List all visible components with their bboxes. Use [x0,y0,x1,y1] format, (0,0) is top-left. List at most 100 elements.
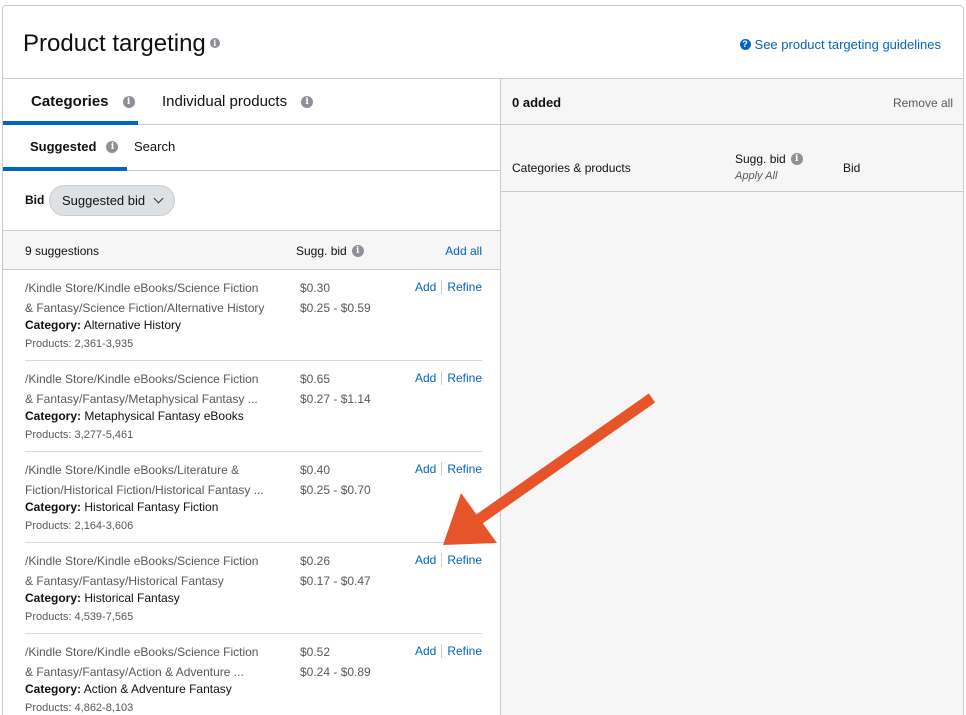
add-button[interactable]: Add [415,280,436,294]
list-item: /Kindle Store/Kindle eBooks/Science Fict… [25,543,482,634]
tab-categories[interactable]: Categories i [31,93,135,110]
remove-all-link[interactable]: Remove all [893,96,953,110]
product-targeting-panel: Product targeting i ? See product targeti… [2,5,964,715]
suggested-bid: $0.65 $0.27 - $1.14 [300,369,371,409]
bid-type-value[interactable]: Suggested bid [62,193,145,208]
page-title-text: Product targeting [23,30,206,57]
sugg-bid-column-header: Sugg. bid i [735,152,803,166]
product-count: Products: 2,164-3,606 [25,520,134,532]
category-path-line: /Kindle Store/Kindle eBooks/Science Fict… [25,645,259,659]
refine-button[interactable]: Refine [447,553,482,567]
suggested-bid-range: $0.27 - $1.14 [300,392,371,406]
add-button[interactable]: Add [415,462,436,476]
category-name: Category: Historical Fantasy Fiction [25,500,218,514]
info-icon[interactable]: i [106,140,119,153]
apply-all-link[interactable]: Apply All [735,170,777,182]
tab-search-label[interactable]: Search [134,139,175,154]
refine-button[interactable]: Refine [447,371,482,385]
product-count: Products: 3,277-5,461 [25,429,134,441]
category-value: Action & Adventure Fantasy [83,682,232,696]
product-count: Products: 2,361-3,935 [25,338,134,350]
tab-individual-products[interactable]: Individual products i [162,93,314,110]
add-button[interactable]: Add [415,553,436,567]
info-icon[interactable]: i [351,245,364,257]
category-path-line: & Fantasy/Fantasy/Historical Fantasy [25,574,224,588]
category-name: Category: Historical Fantasy [25,591,180,605]
category-key: Category: [25,318,82,332]
suggested-bid: $0.30 $0.25 - $0.59 [300,278,371,318]
product-count: Products: 4,862-8,103 [25,702,134,714]
suggested-bid-range: $0.24 - $0.89 [300,665,371,679]
category-key: Category: [25,500,82,514]
category-path: /Kindle Store/Kindle eBooks/Literature &… [25,460,285,500]
tab-suggested-label[interactable]: Suggested [30,139,96,154]
category-value: Historical Fantasy [84,591,180,605]
suggested-bid-value: $0.65 [300,372,331,386]
suggested-bid-range: $0.25 - $0.70 [300,483,371,497]
list-item: /Kindle Store/Kindle eBooks/Science Fict… [25,270,482,361]
row-actions: Add Refine [415,371,482,385]
category-key: Category: [25,409,82,423]
suggested-bid: $0.26 $0.17 - $0.47 [300,551,371,591]
suggested-bid-value: $0.52 [300,645,331,659]
bid-label: Bid [25,193,45,207]
category-value: Metaphysical Fantasy eBooks [84,409,244,423]
suggestions-count: 9 suggestions [25,244,100,258]
category-path-line: Fiction/Historical Fiction/Historical Fa… [25,483,264,497]
added-table-header: Categories & products Sugg. bid i Apply … [501,125,963,192]
info-icon[interactable]: i [301,95,314,108]
list-item: /Kindle Store/Kindle eBooks/Science Fict… [25,361,482,452]
categories-products-column-header: Categories & products [512,161,631,175]
row-actions: Add Refine [415,462,482,476]
category-name: Category: Action & Adventure Fantasy [25,682,232,696]
tab-search[interactable]: Search [134,139,175,154]
divider [441,280,443,294]
tab-individual-products-label[interactable]: Individual products [162,93,287,110]
category-path: /Kindle Store/Kindle eBooks/Science Fict… [25,278,285,318]
tab-categories-label[interactable]: Categories [31,93,109,110]
category-path: /Kindle Store/Kindle eBooks/Science Fict… [25,369,285,409]
suggestions-list-header: 9 suggestions Sugg. bid i Add all [3,230,500,270]
add-all-link[interactable]: Add all [445,244,482,258]
list-item: /Kindle Store/Kindle eBooks/Literature &… [25,452,482,543]
add-button[interactable]: Add [415,371,436,385]
category-path-line: /Kindle Store/Kindle eBooks/Science Fict… [25,372,259,386]
targeting-type-tabs: Categories i Individual products i [3,79,500,125]
guidelines-link-text[interactable]: See product targeting guidelines [755,37,941,52]
info-icon[interactable]: i [790,153,803,165]
row-actions: Add Refine [415,280,482,294]
category-path-line: & Fantasy/Science Fiction/Alternative Hi… [25,301,265,315]
suggested-bid-value: $0.30 [300,281,331,295]
refine-button[interactable]: Refine [447,462,482,476]
category-key: Category: [25,591,82,605]
bid-column-header: Bid [843,161,861,175]
info-icon[interactable]: i [209,37,220,48]
tab-suggested[interactable]: Suggested i [30,139,119,154]
page-title: Product targeting i [23,30,220,58]
info-icon[interactable]: i [122,95,135,108]
panel-header: Product targeting i ? See product targeti… [3,6,963,79]
added-count: 0 added [512,95,562,110]
add-button[interactable]: Add [415,644,436,658]
row-actions: Add Refine [415,644,482,658]
added-targets-pane: 0 added Remove all Categories & products… [501,79,963,715]
category-path-line: /Kindle Store/Kindle eBooks/Science Fict… [25,281,259,295]
bid-row: Bid Suggested bid [3,171,500,230]
category-path-line: /Kindle Store/Kindle eBooks/Science Fict… [25,554,259,568]
category-path-line: /Kindle Store/Kindle eBooks/Literature & [25,463,240,477]
suggestions-list: /Kindle Store/Kindle eBooks/Science Fict… [3,270,500,715]
list-item: /Kindle Store/Kindle eBooks/Science Fict… [25,634,482,715]
category-name: Category: Alternative History [25,318,181,332]
category-value: Alternative History [83,318,182,332]
refine-button[interactable]: Refine [447,644,482,658]
sugg-bid-column-label: Sugg. bid [296,244,347,258]
category-key: Category: [25,682,82,696]
guidelines-link[interactable]: ? See product targeting guidelines [739,37,941,52]
divider [441,371,443,385]
suggestions-pane: Categories i Individual products i Sugge… [3,79,501,715]
divider [441,644,443,658]
refine-button[interactable]: Refine [447,280,482,294]
divider [441,462,443,476]
bid-type-dropdown[interactable]: Suggested bid [49,185,176,216]
suggested-bid: $0.40 $0.25 - $0.70 [300,460,371,500]
